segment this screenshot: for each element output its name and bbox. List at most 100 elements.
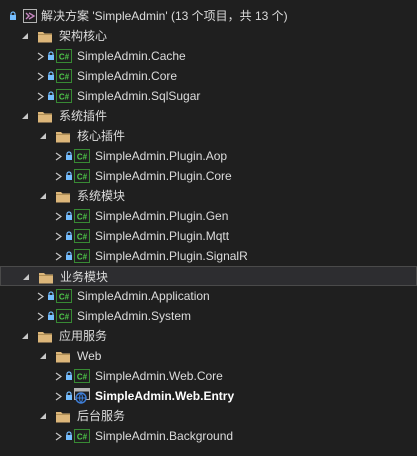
visual-studio-solution-icon [22, 6, 38, 26]
lock-icon [46, 86, 56, 106]
lock-icon [64, 426, 74, 446]
lock-icon [64, 206, 74, 226]
chevron-right-icon[interactable] [51, 246, 65, 266]
csharp-project-icon: C# [74, 366, 90, 386]
project-label: SimpleAdmin.Plugin.Core [95, 169, 232, 183]
project-label: SimpleAdmin.Plugin.SignalR [95, 249, 248, 263]
project-label: SimpleAdmin.System [77, 309, 192, 323]
lock-icon [64, 246, 74, 266]
svg-text:C#: C# [59, 53, 70, 62]
chevron-right-icon[interactable] [51, 386, 65, 406]
csharp-project-icon: C# [56, 306, 72, 326]
web-project-icon [74, 386, 90, 406]
folder-icon [37, 106, 53, 126]
project-label: SimpleAdmin.Web.Entry [95, 389, 235, 403]
project-row-simpleadmin-application[interactable]: C# SimpleAdmin.Application [0, 286, 417, 306]
project-row-simpleadmin-core[interactable]: C# SimpleAdmin.Core [0, 66, 417, 86]
chevron-right-icon[interactable] [51, 166, 65, 186]
chevron-down-icon[interactable] [36, 406, 50, 426]
svg-text:C#: C# [77, 433, 88, 442]
csharp-project-icon: C# [56, 66, 72, 86]
folder-label: Web [77, 349, 102, 363]
chevron-down-icon[interactable] [18, 106, 32, 126]
chevron-right-icon[interactable] [33, 46, 47, 66]
svg-text:C#: C# [77, 373, 88, 382]
svg-text:C#: C# [59, 73, 70, 82]
folder-row-4[interactable]: 系统插件 [0, 106, 417, 126]
chevron-down-icon[interactable] [18, 26, 32, 46]
lock-icon [46, 66, 56, 86]
solution-row[interactable]: 解决方案 'SimpleAdmin' (13 个项目，共 13 个) [0, 6, 417, 26]
project-label: SimpleAdmin.SqlSugar [77, 89, 201, 103]
csharp-project-icon: C# [74, 166, 90, 186]
project-row-simpleadmin-web-core[interactable]: C# SimpleAdmin.Web.Core [0, 366, 417, 386]
project-row-simpleadmin-plugin-core[interactable]: C# SimpleAdmin.Plugin.Core [0, 166, 417, 186]
project-label: SimpleAdmin.Application [77, 289, 210, 303]
project-row-simpleadmin-system[interactable]: C# SimpleAdmin.System [0, 306, 417, 326]
chevron-right-icon[interactable] [33, 286, 47, 306]
svg-text:C#: C# [77, 153, 88, 162]
folder-icon [37, 326, 53, 346]
chevron-down-icon[interactable] [36, 186, 50, 206]
lock-icon [46, 46, 56, 66]
folder-icon [55, 186, 71, 206]
folder-icon [55, 346, 71, 366]
chevron-down-icon[interactable] [18, 326, 32, 346]
chevron-down-icon[interactable] [36, 126, 50, 146]
chevron-right-icon[interactable] [51, 146, 65, 166]
folder-label: 应用服务 [59, 329, 108, 343]
folder-row-19[interactable]: 后台服务 [0, 406, 417, 426]
project-label: SimpleAdmin.Core [77, 69, 178, 83]
chevron-right-icon[interactable] [51, 206, 65, 226]
lock-icon [64, 386, 74, 406]
folder-row-8[interactable]: 系统模块 [0, 186, 417, 206]
project-label: SimpleAdmin.Cache [77, 49, 186, 63]
project-row-simpleadmin-sqlsugar[interactable]: C# SimpleAdmin.SqlSugar [0, 86, 417, 106]
folder-row-5[interactable]: 核心插件 [0, 126, 417, 146]
folder-row-16[interactable]: Web [0, 346, 417, 366]
project-row-simpleadmin-cache[interactable]: C# SimpleAdmin.Cache [0, 46, 417, 66]
csharp-project-icon: C# [56, 286, 72, 306]
lock-icon [64, 146, 74, 166]
folder-label: 后台服务 [77, 409, 126, 423]
svg-text:C#: C# [77, 173, 88, 182]
chevron-right-icon[interactable] [51, 366, 65, 386]
csharp-project-icon: C# [74, 226, 90, 246]
project-row-simpleadmin-background[interactable]: C# SimpleAdmin.Background [0, 426, 417, 446]
folder-label: 架构核心 [59, 29, 108, 43]
csharp-project-icon: C# [74, 146, 90, 166]
chevron-down-icon[interactable] [19, 267, 33, 287]
folder-icon [55, 406, 71, 426]
folder-label: 业务模块 [60, 270, 109, 284]
chevron-right-icon[interactable] [33, 86, 47, 106]
project-row-simpleadmin-plugin-mqtt[interactable]: C# SimpleAdmin.Plugin.Mqtt [0, 226, 417, 246]
chevron-down-icon[interactable] [36, 346, 50, 366]
folder-icon [37, 26, 53, 46]
project-row-simpleadmin-web-entry[interactable]: SimpleAdmin.Web.Entry [0, 386, 417, 406]
project-label: SimpleAdmin.Plugin.Gen [95, 209, 229, 223]
solution-explorer-tree: 解决方案 'SimpleAdmin' (13 个项目，共 13 个) 架构核心 C… [0, 0, 417, 456]
project-row-simpleadmin-plugin-gen[interactable]: C# SimpleAdmin.Plugin.Gen [0, 206, 417, 226]
project-row-simpleadmin-plugin-signalr[interactable]: C# SimpleAdmin.Plugin.SignalR [0, 246, 417, 266]
chevron-right-icon[interactable] [33, 66, 47, 86]
chevron-right-icon[interactable] [51, 226, 65, 246]
project-label: SimpleAdmin.Plugin.Mqtt [95, 229, 230, 243]
folder-row-15[interactable]: 应用服务 [0, 326, 417, 346]
project-label: SimpleAdmin.Background [95, 429, 234, 443]
svg-text:C#: C# [77, 213, 88, 222]
folder-icon [38, 267, 54, 287]
folder-row-12[interactable]: 业务模块 [0, 266, 417, 286]
folder-label: 系统插件 [59, 109, 108, 123]
lock-icon [64, 166, 74, 186]
chevron-right-icon[interactable] [33, 306, 47, 326]
project-row-simpleadmin-plugin-aop[interactable]: C# SimpleAdmin.Plugin.Aop [0, 146, 417, 166]
folder-row-0[interactable]: 架构核心 [0, 26, 417, 46]
svg-text:C#: C# [77, 253, 88, 262]
solution-label: 解决方案 'SimpleAdmin' (13 个项目，共 13 个) [41, 9, 288, 23]
lock-icon [64, 226, 74, 246]
svg-text:C#: C# [77, 233, 88, 242]
lock-icon [8, 6, 18, 26]
chevron-right-icon[interactable] [51, 426, 65, 446]
svg-text:C#: C# [59, 313, 70, 322]
lock-icon [64, 366, 74, 386]
